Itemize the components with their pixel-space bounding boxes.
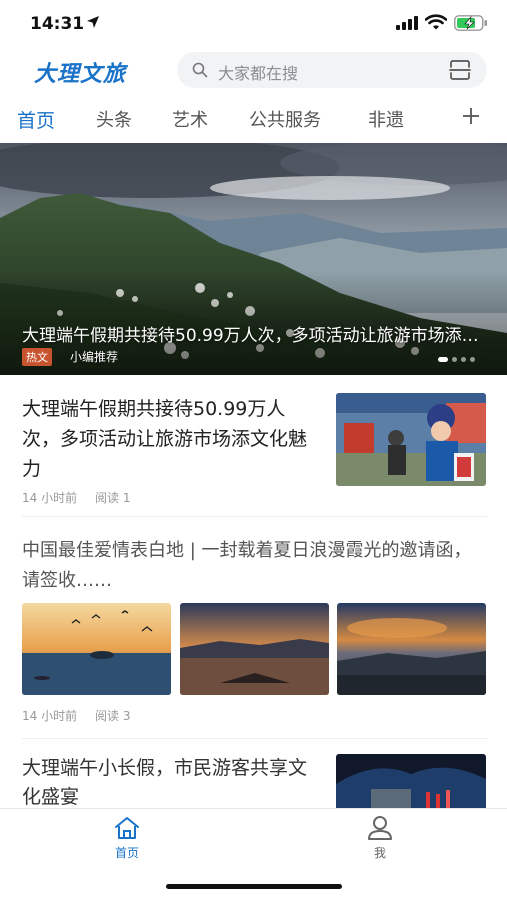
news-item[interactable]: 大理端午假期共接待50.99万人次，多项活动让旅游市场添文化魅力 14 小时前 … [0, 376, 507, 516]
tab-heritage[interactable]: 非遗 [368, 106, 404, 132]
nav-profile-label: 我 [373, 846, 386, 860]
category-tabs: 首页 头条 艺术 公共服务 非遗 [0, 96, 507, 140]
search-bar[interactable]: 大家都在搜 [177, 52, 487, 88]
news-reads: 阅读 3 [95, 709, 131, 723]
cellular-signal-icon [396, 16, 418, 30]
news-thumbnail [336, 393, 486, 486]
news-headline: 大理端午假期共接待50.99万人次，多项活动让旅游市场添文化魅力 [22, 398, 308, 480]
scan-icon[interactable] [449, 60, 471, 80]
news-image [180, 603, 329, 695]
wifi-icon [425, 14, 447, 30]
news-time: 14 小时前 [22, 709, 78, 723]
news-item[interactable]: 大理端午小长假，市民游客共享文化盛宴 [0, 738, 507, 808]
news-reads: 阅读 1 [95, 491, 131, 505]
search-icon [192, 62, 208, 78]
news-image [22, 603, 171, 695]
news-image [337, 603, 486, 695]
tab-public-service[interactable]: 公共服务 [249, 106, 321, 132]
tab-home[interactable]: 首页 [17, 106, 55, 133]
status-time: 14:31 [30, 14, 85, 34]
nav-profile[interactable]: 我 [350, 815, 410, 865]
news-item[interactable]: 中国最佳爱情表白地 | 一封载着夏日浪漫霞光的邀请函，请签收…… 14 小时前 … [0, 516, 507, 738]
tab-art[interactable]: 艺术 [172, 106, 208, 132]
news-headline: 中国最佳爱情表白地 | 一封载着夏日浪漫霞光的邀请函，请签收…… [22, 540, 472, 591]
plus-icon[interactable] [461, 106, 481, 126]
hot-tag: 热文 [22, 348, 52, 366]
nav-home[interactable]: 首页 [97, 815, 157, 865]
banner-carousel[interactable]: 大理端午假期共接待50.99万人次，多项活动让旅游市场添文化魅力 热文 小编推荐 [0, 143, 507, 375]
carousel-dot [470, 357, 475, 362]
home-icon [115, 817, 139, 839]
carousel-dot [452, 357, 457, 362]
nav-home-label: 首页 [114, 846, 139, 860]
tab-headlines[interactable]: 头条 [96, 106, 132, 132]
location-arrow-icon [87, 16, 99, 28]
carousel-dot [438, 357, 448, 362]
user-icon [368, 816, 392, 840]
battery-charging-icon [454, 15, 487, 31]
news-thumbnail [336, 754, 486, 808]
search-placeholder: 大家都在搜 [218, 64, 299, 83]
app-logo: 大理文旅 [34, 62, 127, 87]
banner-title: 大理端午假期共接待50.99万人次，多项活动让旅游市场添文化魅力 [22, 326, 492, 346]
banner-source: 小编推荐 [70, 350, 119, 364]
news-headline: 大理端午小长假，市民游客共享文化盛宴 [22, 757, 308, 808]
status-bar: 14:31 [0, 0, 507, 46]
app-header: 大理文旅 大家都在搜 [0, 46, 507, 96]
carousel-dot [461, 357, 466, 362]
news-time: 14 小时前 [22, 491, 78, 505]
home-indicator [166, 884, 342, 889]
